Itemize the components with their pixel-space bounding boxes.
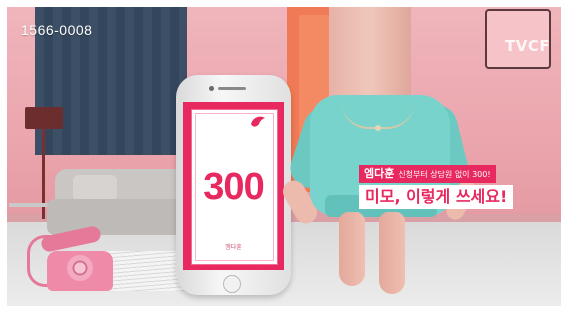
- channel-watermark: TVCF: [505, 37, 551, 55]
- necklace-pendant: [375, 125, 381, 131]
- camera-icon: [209, 86, 214, 91]
- home-button: [223, 275, 241, 293]
- video-frame: 300 엠다훈 1566-0008 TVCF 엠다훈 신청부터 상담원 없이 3…: [7, 7, 561, 306]
- caption-subtext: 신청부터 상담원 없이 300!: [398, 170, 491, 179]
- caption-line-2: 미모, 이렇게 쓰세요!: [359, 185, 514, 209]
- finger-leg-left: [339, 212, 365, 286]
- lamp-shade: [25, 107, 63, 129]
- phone-number-overlay: 1566-0008: [21, 22, 93, 38]
- rotary-dial-icon: [67, 255, 93, 281]
- caption-brand: 엠다훈: [364, 167, 395, 180]
- screen-brand-text: 엠다훈: [225, 244, 242, 251]
- brand-logo-icon: [251, 116, 265, 127]
- sofa-seat: [47, 199, 197, 235]
- earpiece: [218, 87, 246, 90]
- amount-display: 300: [203, 166, 264, 208]
- sofa-cushion: [73, 175, 117, 201]
- caption-line-1: 엠다훈 신청부터 상담원 없이 300!: [359, 165, 496, 183]
- finger-leg-right: [379, 212, 405, 294]
